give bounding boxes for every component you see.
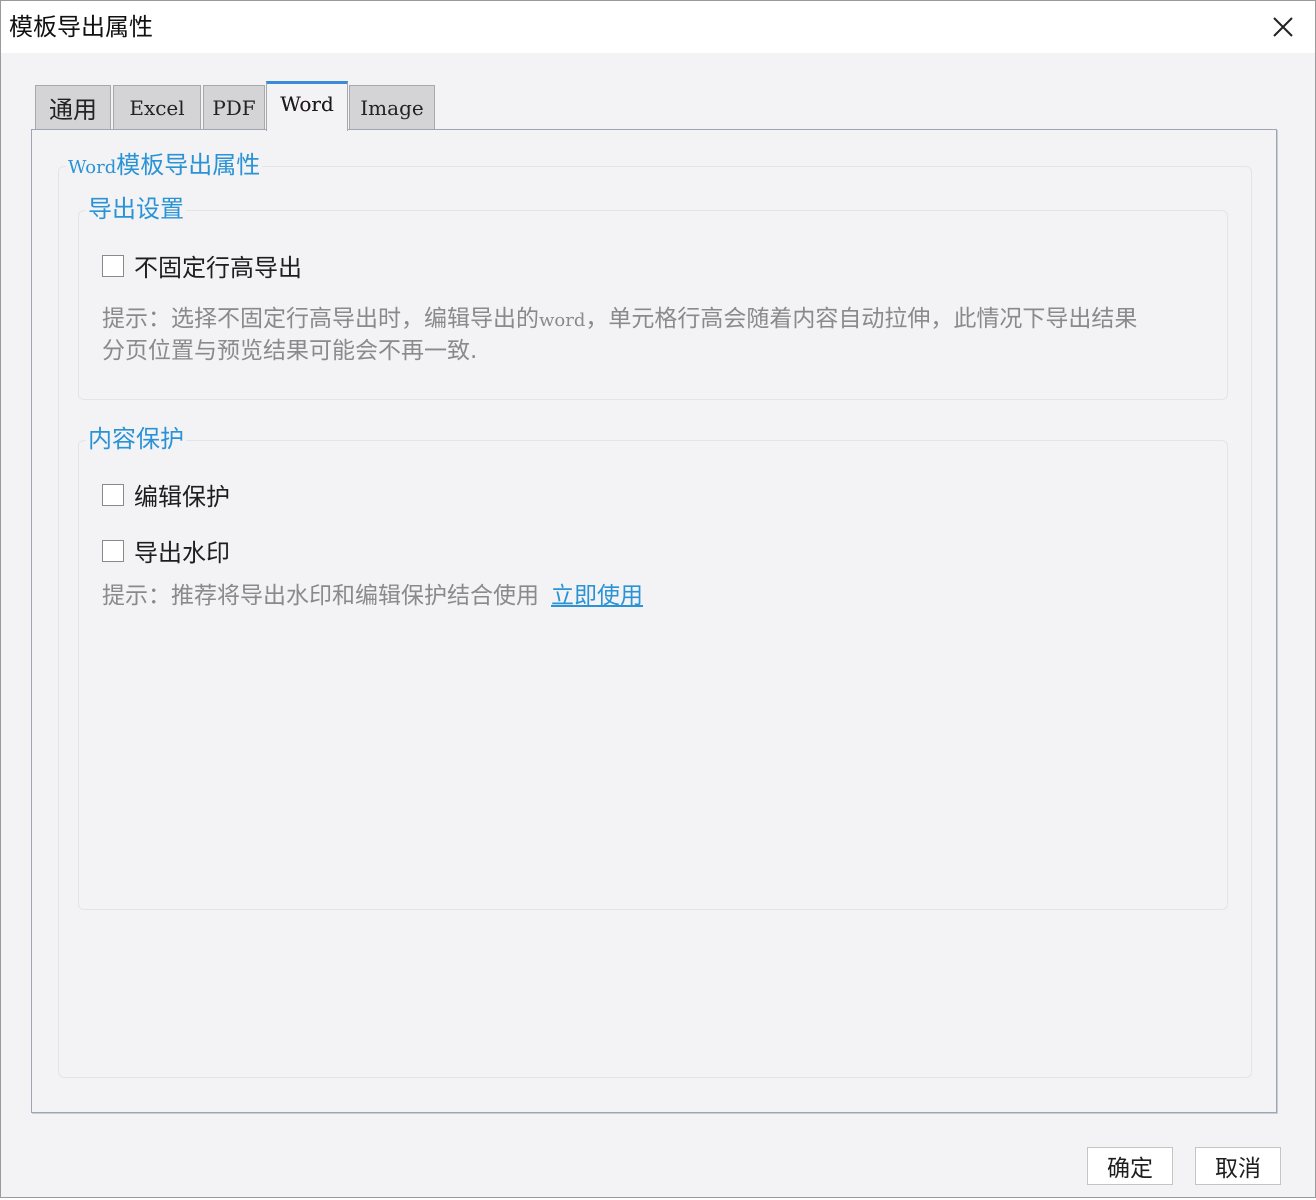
word-tab-panel: Word模板导出属性 导出设置 不固定行高导出 提示：选择不固定行高导出时，编辑…	[31, 129, 1277, 1113]
tab-label: Image	[360, 95, 424, 120]
export-properties-dialog: 模板导出属性 通用 Excel PDF Word Image Word模板导出属…	[0, 0, 1316, 1198]
export-watermark-checkbox[interactable]	[102, 539, 124, 562]
edit-protection-label: 编辑保护	[134, 483, 230, 511]
edit-protection-checkbox[interactable]	[102, 483, 124, 506]
hint-suffix: ，单元格行高会随着内容自动拉伸，此情况下导出结果	[585, 306, 1138, 332]
word-group-legend: Word模板导出属性	[66, 150, 263, 183]
export-watermark-label: 导出水印	[134, 539, 230, 567]
watermark-hint: 提示：推荐将导出水印和编辑保护结合使用 立即使用	[102, 581, 643, 611]
tab-label: Excel	[129, 95, 185, 120]
tab-word[interactable]: Word	[266, 81, 348, 131]
legend-suffix-text: 模板导出属性	[116, 151, 261, 179]
export-settings-legend: 导出设置	[86, 194, 186, 224]
no-fixed-row-height-option[interactable]: 不固定行高导出	[102, 248, 302, 283]
no-fixed-row-height-label: 不固定行高导出	[134, 254, 302, 282]
hint-word: word	[539, 310, 586, 331]
close-button[interactable]	[1265, 9, 1301, 45]
no-fixed-row-height-checkbox[interactable]	[102, 254, 124, 277]
close-icon	[1273, 17, 1293, 37]
title-bar: 模板导出属性	[1, 1, 1315, 53]
watermark-hint-text: 提示：推荐将导出水印和编辑保护结合使用	[102, 583, 539, 609]
tab-image[interactable]: Image	[349, 85, 435, 129]
tab-label: Word	[280, 92, 334, 116]
edit-protection-option[interactable]: 编辑保护	[102, 477, 230, 512]
content-protection-group	[78, 440, 1228, 910]
tab-general[interactable]: 通用	[35, 85, 111, 129]
tab-label: PDF	[212, 95, 256, 120]
tab-excel[interactable]: Excel	[113, 85, 201, 129]
row-height-hint: 提示：选择不固定行高导出时，编辑导出的word，单元格行高会随着内容自动拉伸，此…	[102, 304, 1202, 366]
content-protection-legend: 内容保护	[86, 424, 186, 454]
tab-pdf[interactable]: PDF	[203, 85, 265, 129]
ok-button[interactable]: 确定	[1087, 1147, 1173, 1185]
dialog-title: 模板导出属性	[9, 13, 153, 41]
export-watermark-option[interactable]: 导出水印	[102, 533, 230, 568]
row-height-hint-line1: 提示：选择不固定行高导出时，编辑导出的word，单元格行高会随着内容自动拉伸，此…	[102, 304, 1202, 336]
row-height-hint-line2: 分页位置与预览结果可能会不再一致.	[102, 338, 478, 364]
use-now-link[interactable]: 立即使用	[551, 583, 643, 609]
hint-prefix: 提示：选择不固定行高导出时，编辑导出的	[102, 306, 539, 332]
cancel-button[interactable]: 取消	[1195, 1147, 1281, 1185]
tab-label: 通用	[49, 96, 97, 124]
legend-word-text: Word	[68, 157, 117, 178]
